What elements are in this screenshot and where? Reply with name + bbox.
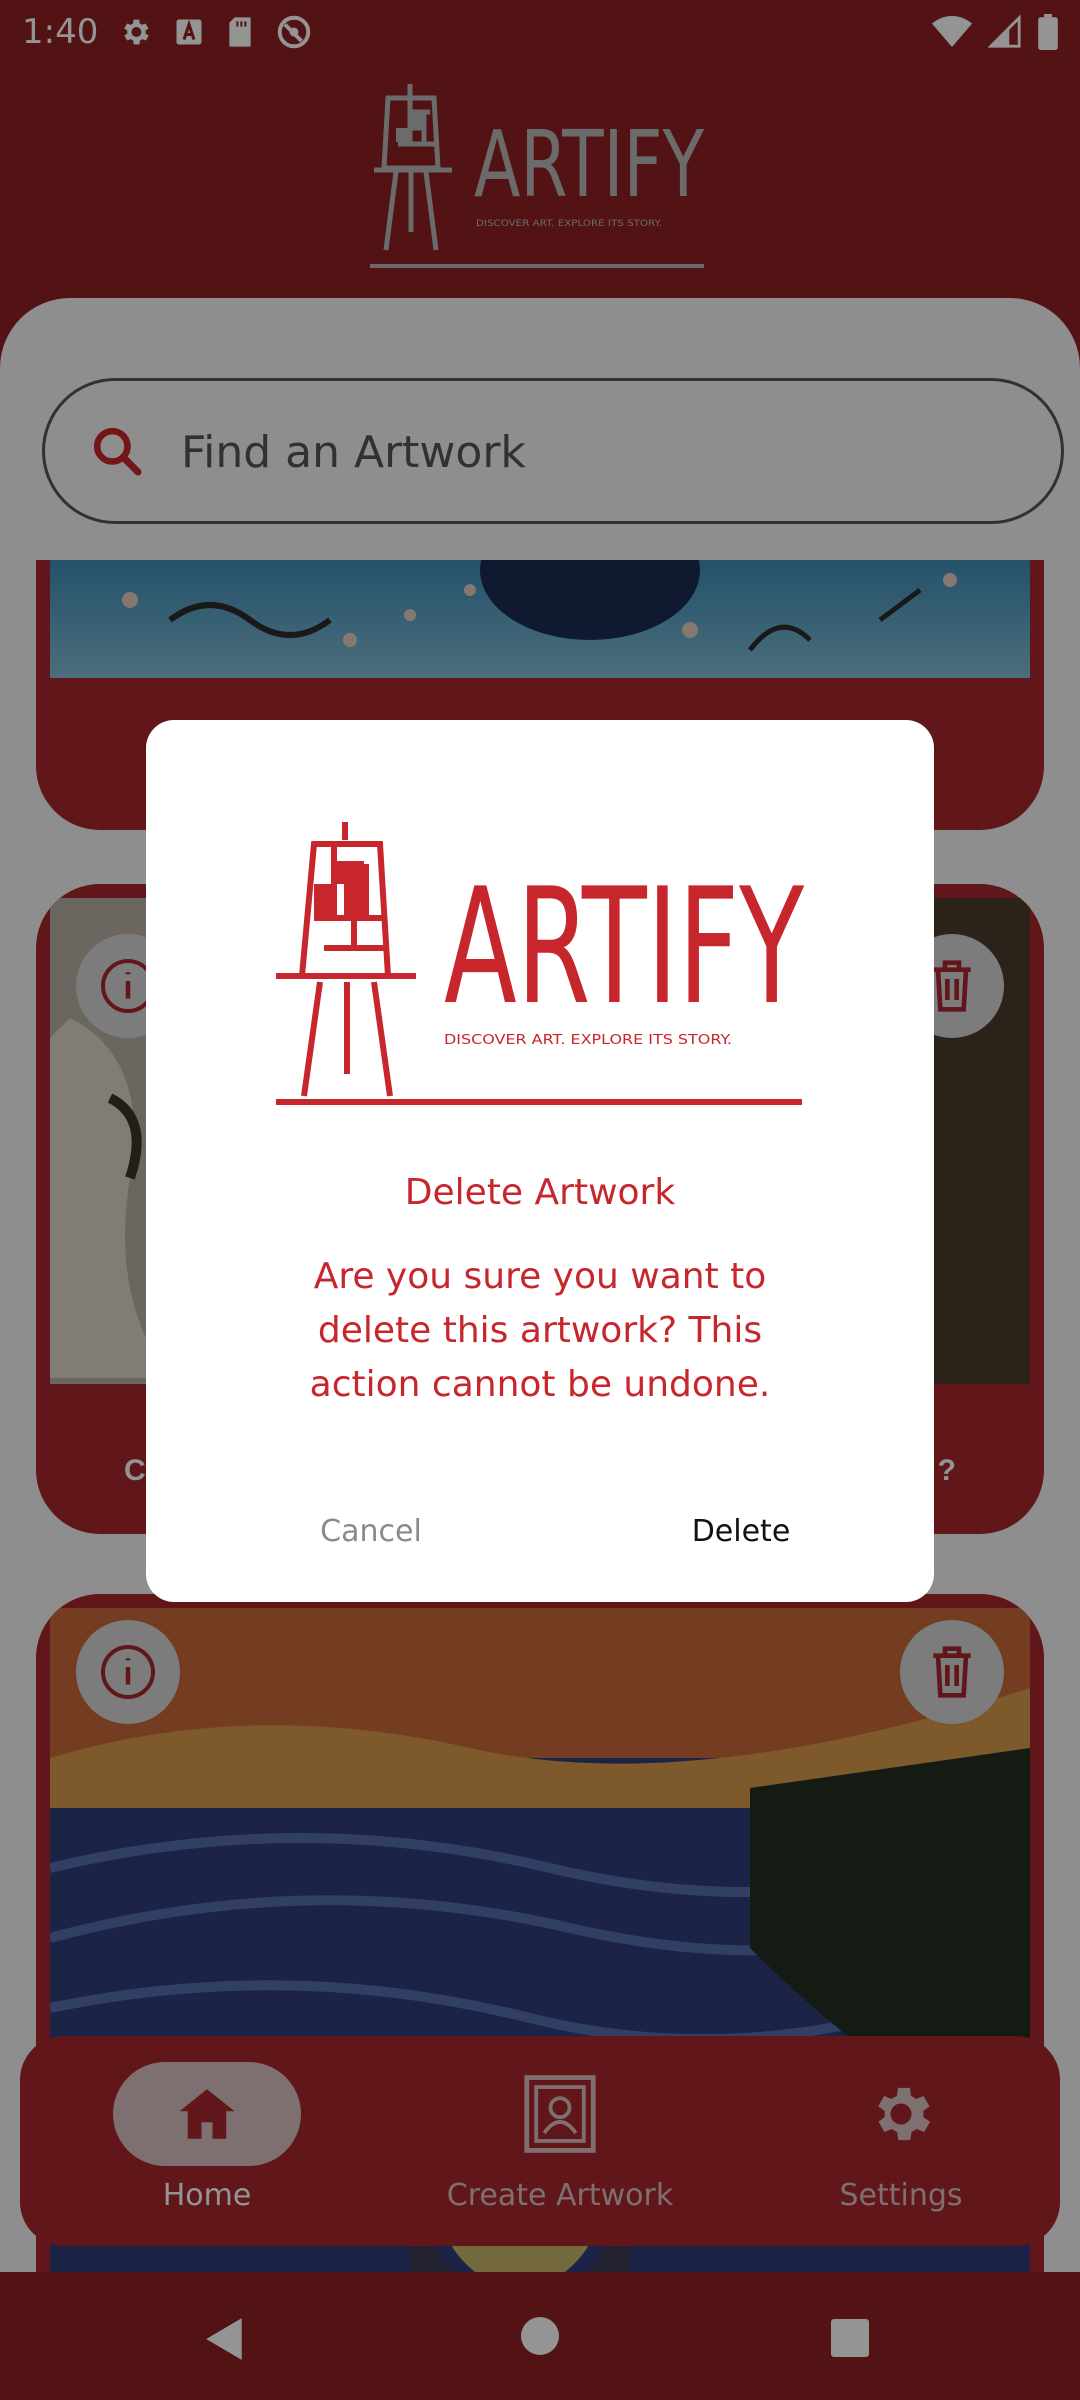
- dialog-message: Are you sure you want to delete this art…: [309, 1256, 771, 1405]
- dialog-logo-tagline: DISCOVER ART. EXPLORE ITS STORY.: [444, 1033, 732, 1048]
- delete-confirmation-dialog: ARTIFY DISCOVER ART. EXPLORE ITS STORY. …: [146, 720, 934, 1602]
- delete-button[interactable]: Delete: [656, 1514, 826, 1549]
- dialog-logo-title: ARTIFY: [444, 853, 805, 1040]
- artify-logo: ARTIFY DISCOVER ART. EXPLORE ITS STORY.: [276, 822, 805, 1105]
- cancel-button[interactable]: Cancel: [286, 1514, 456, 1549]
- dialog-title: Delete Artwork: [404, 1172, 676, 1213]
